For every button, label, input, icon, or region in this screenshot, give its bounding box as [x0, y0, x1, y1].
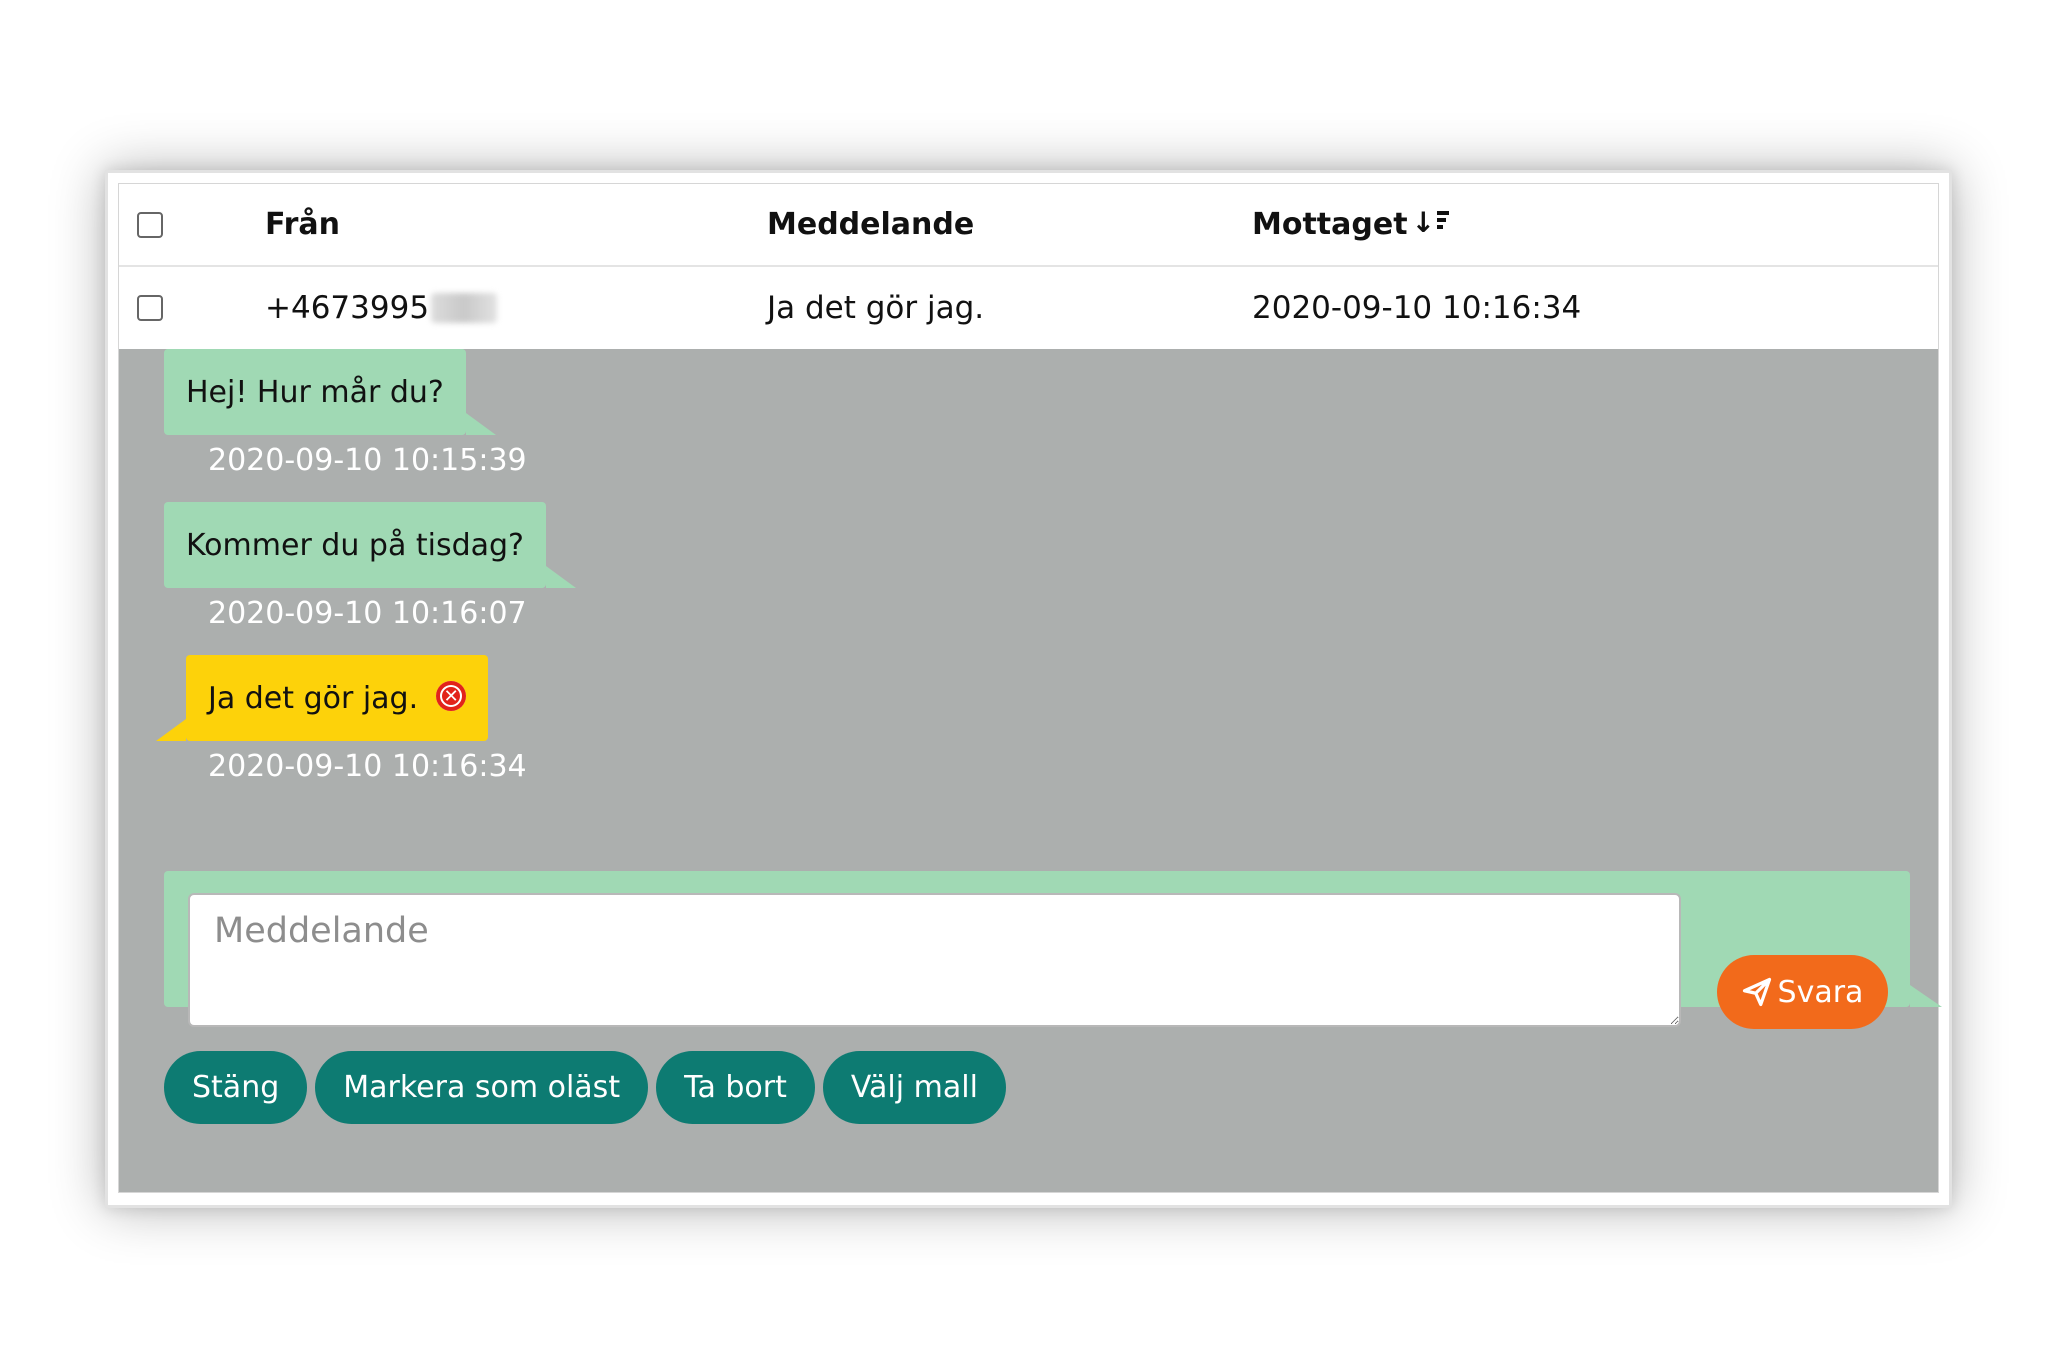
column-header-message[interactable]: Meddelande — [767, 184, 974, 265]
choose-template-button[interactable]: Välj mall — [822, 1051, 1006, 1124]
delete-button[interactable]: Ta bort — [656, 1051, 815, 1124]
message-timestamp: 2020-09-10 10:16:07 — [208, 596, 527, 631]
row-received: 2020-09-10 10:16:34 — [1252, 290, 1582, 326]
message-panel: Från Meddelande Mottaget ↓ +4673995 Ja d… — [118, 183, 1942, 1193]
select-all-cell — [137, 184, 163, 265]
message-text: Hej! Hur mår du? — [186, 374, 444, 410]
column-header-received-label: Mottaget — [1252, 207, 1408, 242]
message-timestamp: 2020-09-10 10:16:34 — [208, 749, 527, 784]
messages-table: Från Meddelande Mottaget ↓ +4673995 Ja d… — [119, 184, 1938, 349]
paper-plane-icon — [1742, 977, 1771, 1007]
column-header-from[interactable]: Från — [265, 184, 340, 265]
column-header-received[interactable]: Mottaget ↓ — [1252, 184, 1450, 265]
message-text: Ja det gör jag. — [208, 680, 419, 716]
message-item: Hej! Hur mår du? 2020-09-10 10:15:39 — [164, 349, 527, 478]
message-window: Från Meddelande Mottaget ↓ +4673995 Ja d… — [105, 170, 1952, 1208]
error-x-icon[interactable]: ✕ — [436, 681, 467, 711]
send-reply-button[interactable]: Svara — [1717, 955, 1888, 1029]
sender-number: +4673995 — [265, 290, 430, 326]
row-message: Ja det gör jag. — [767, 290, 985, 326]
close-button[interactable]: Stäng — [164, 1051, 308, 1124]
reply-message-input[interactable] — [188, 893, 1681, 1027]
message-timestamp: 2020-09-10 10:15:39 — [208, 443, 527, 478]
action-bar: Stäng Markera som oläst Ta bort Välj mal… — [164, 1051, 1006, 1124]
outgoing-bubble: Ja det gör jag. ✕ — [155, 655, 489, 741]
table-header-row: Från Meddelande Mottaget ↓ — [119, 184, 1938, 267]
row-select-cell — [137, 267, 163, 349]
sort-descending-icon[interactable]: ↓ — [1412, 208, 1450, 240]
row-from: +4673995 — [265, 267, 498, 349]
mark-unread-button[interactable]: Markera som oläst — [315, 1051, 649, 1124]
message-item: Ja det gör jag. ✕ 2020-09-10 10:16:34 — [155, 655, 527, 784]
message-text: Kommer du på tisdag? — [186, 527, 524, 563]
incoming-bubble: Hej! Hur mår du? — [164, 349, 496, 435]
redacted-digits — [431, 293, 498, 323]
row-checkbox[interactable] — [137, 295, 163, 321]
select-all-checkbox[interactable] — [137, 211, 163, 238]
reply-box: Svara — [164, 871, 1942, 1029]
message-item: Kommer du på tisdag? 2020-09-10 10:16:07 — [164, 502, 576, 631]
table-row[interactable]: +4673995 Ja det gör jag. 2020-09-10 10:1… — [119, 267, 1938, 349]
incoming-bubble: Kommer du på tisdag? — [164, 502, 576, 588]
send-reply-label: Svara — [1777, 974, 1864, 1010]
